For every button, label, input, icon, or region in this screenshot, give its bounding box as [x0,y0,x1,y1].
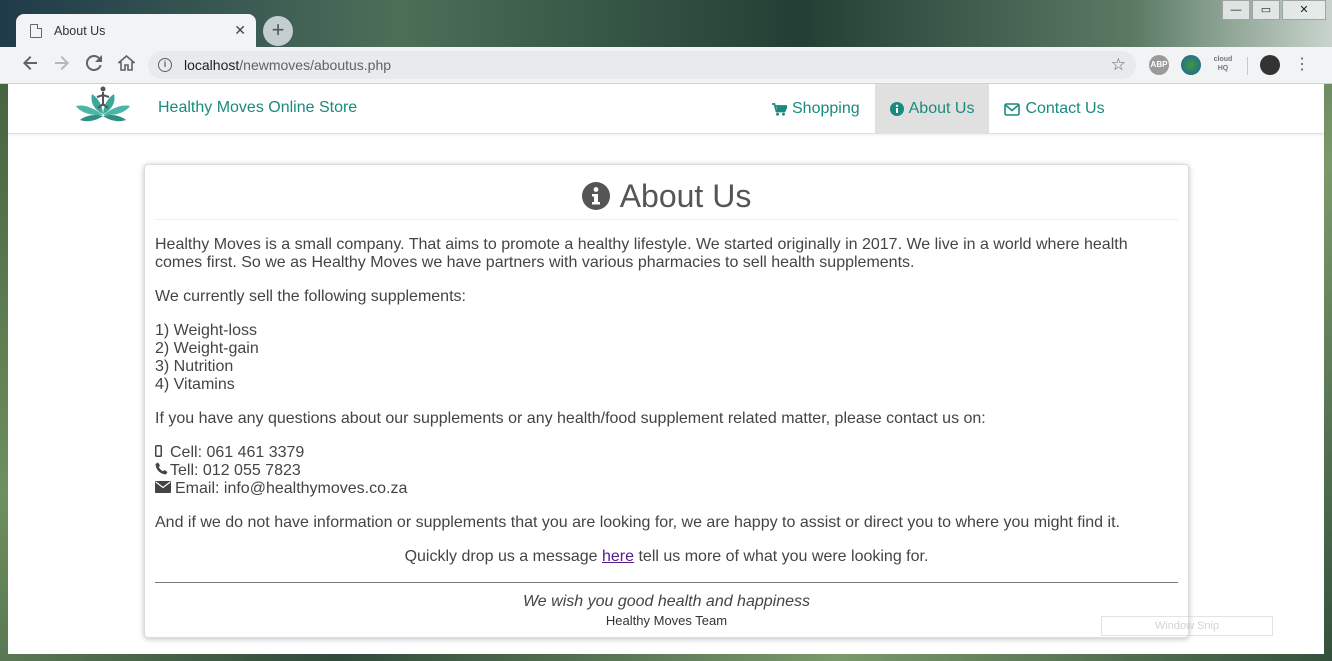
signoff-text: We wish you good health and happiness [522,593,810,610]
nav-contact-us-label: Contact Us [1025,100,1105,117]
page-icon [30,23,42,38]
window-close-button[interactable]: ✕ [1282,0,1326,20]
list-item: 4) Vitamins [155,376,235,393]
browser-tab[interactable]: About Us ✕ [16,14,256,47]
page-title-text: About Us [619,178,752,214]
address-bar[interactable]: i localhost /newmoves/aboutus.php ☆ [148,51,1136,79]
intro-text: Healthy Moves is a small company. That a… [155,236,1128,271]
contact-tell: Tell: 012 055 7823 [155,462,1178,480]
envelope-icon [1004,102,1021,116]
cloudhq-extension-icon[interactable]: cloud HQ [1212,55,1234,75]
info-circle-icon [581,182,610,210]
shopping-cart-icon [772,102,787,116]
brand-link[interactable]: Healthy Moves Online Store [158,84,357,132]
here-link[interactable]: here [602,548,634,565]
nav-about-us[interactable]: About Us [874,84,990,134]
site-info-icon[interactable]: i [158,58,172,72]
contact-email: Email: info@healthymoves.co.za [155,480,1178,498]
supplements-list: 1) Weight-loss 2) Weight-gain 3) Nutriti… [155,322,1178,394]
phone-icon [155,462,170,480]
url-path: /newmoves/aboutus.php [239,57,392,73]
globe-extension-icon[interactable] [1181,55,1201,75]
contact-cell: Cell: 061 461 3379 [155,444,1178,462]
about-panel: About Us Healthy Moves is a small compan… [144,164,1189,638]
envelope-icon [155,480,175,498]
message-prompt-pre: Quickly drop us a message [404,548,602,565]
page-title: About Us [155,165,1178,220]
forward-arrow-icon[interactable] [46,49,78,81]
tab-close-icon[interactable]: ✕ [234,22,246,39]
message-prompt: Quickly drop us a message here tell us m… [155,548,1178,566]
nav-shopping[interactable]: Shopping [757,84,875,134]
email-text: Email: info@healthymoves.co.za [175,480,408,497]
list-item: 3) Nutrition [155,358,234,375]
divider [155,582,1178,583]
assist-text: And if we do not have information or sup… [155,514,1120,531]
nav-contact-us[interactable]: Contact Us [989,84,1119,134]
tell-text: Tell: 012 055 7823 [170,462,301,479]
new-tab-button[interactable]: + [263,16,293,46]
minimize-button[interactable]: — [1222,0,1250,20]
team-name: Healthy Moves Team [605,613,728,628]
supplements-intro: We currently sell the following suppleme… [155,288,466,305]
back-arrow-icon[interactable] [14,49,46,81]
adblock-extension-icon[interactable]: ABP [1149,55,1169,75]
health-is-wealth-logo[interactable] [72,84,134,134]
info-circle-icon [889,102,904,116]
cell-text: Cell: 061 461 3379 [170,444,305,461]
maximize-button[interactable]: ▭ [1252,0,1280,20]
window-snip-overlay: Window Snip [1101,616,1273,636]
list-item: 2) Weight-gain [155,340,259,357]
questions-text: If you have any questions about our supp… [155,410,986,427]
site-navbar: Healthy Moves Online Store Shopping Abou… [8,84,1324,134]
mobile-phone-icon [155,444,170,462]
profile-avatar[interactable] [1260,55,1280,75]
browser-tabstrip: About Us ✕ + — ▭ ✕ [0,0,1332,47]
window-controls: — ▭ ✕ [1220,0,1326,20]
home-icon[interactable] [110,49,142,81]
nav-shopping-label: Shopping [792,100,860,117]
browser-menu-icon[interactable]: ⋮ [1294,54,1310,76]
contact-details: Cell: 061 461 3379 Tell: 012 055 7823 Em… [155,444,1178,498]
nav-links: Shopping About Us Contact Us [757,84,1120,134]
reload-icon[interactable] [78,49,110,81]
browser-toolbar: i localhost /newmoves/aboutus.php ☆ ABP … [0,47,1332,84]
page-viewport: Healthy Moves Online Store Shopping Abou… [8,84,1324,654]
url-host: localhost [184,57,240,73]
nav-about-us-label: About Us [908,100,975,117]
tab-title: About Us [54,23,106,38]
bookmark-star-icon[interactable]: ☆ [1111,55,1126,75]
list-item: 1) Weight-loss [155,322,257,339]
message-prompt-post: tell us more of what you were looking fo… [634,548,929,565]
toolbar-separator [1247,57,1248,75]
